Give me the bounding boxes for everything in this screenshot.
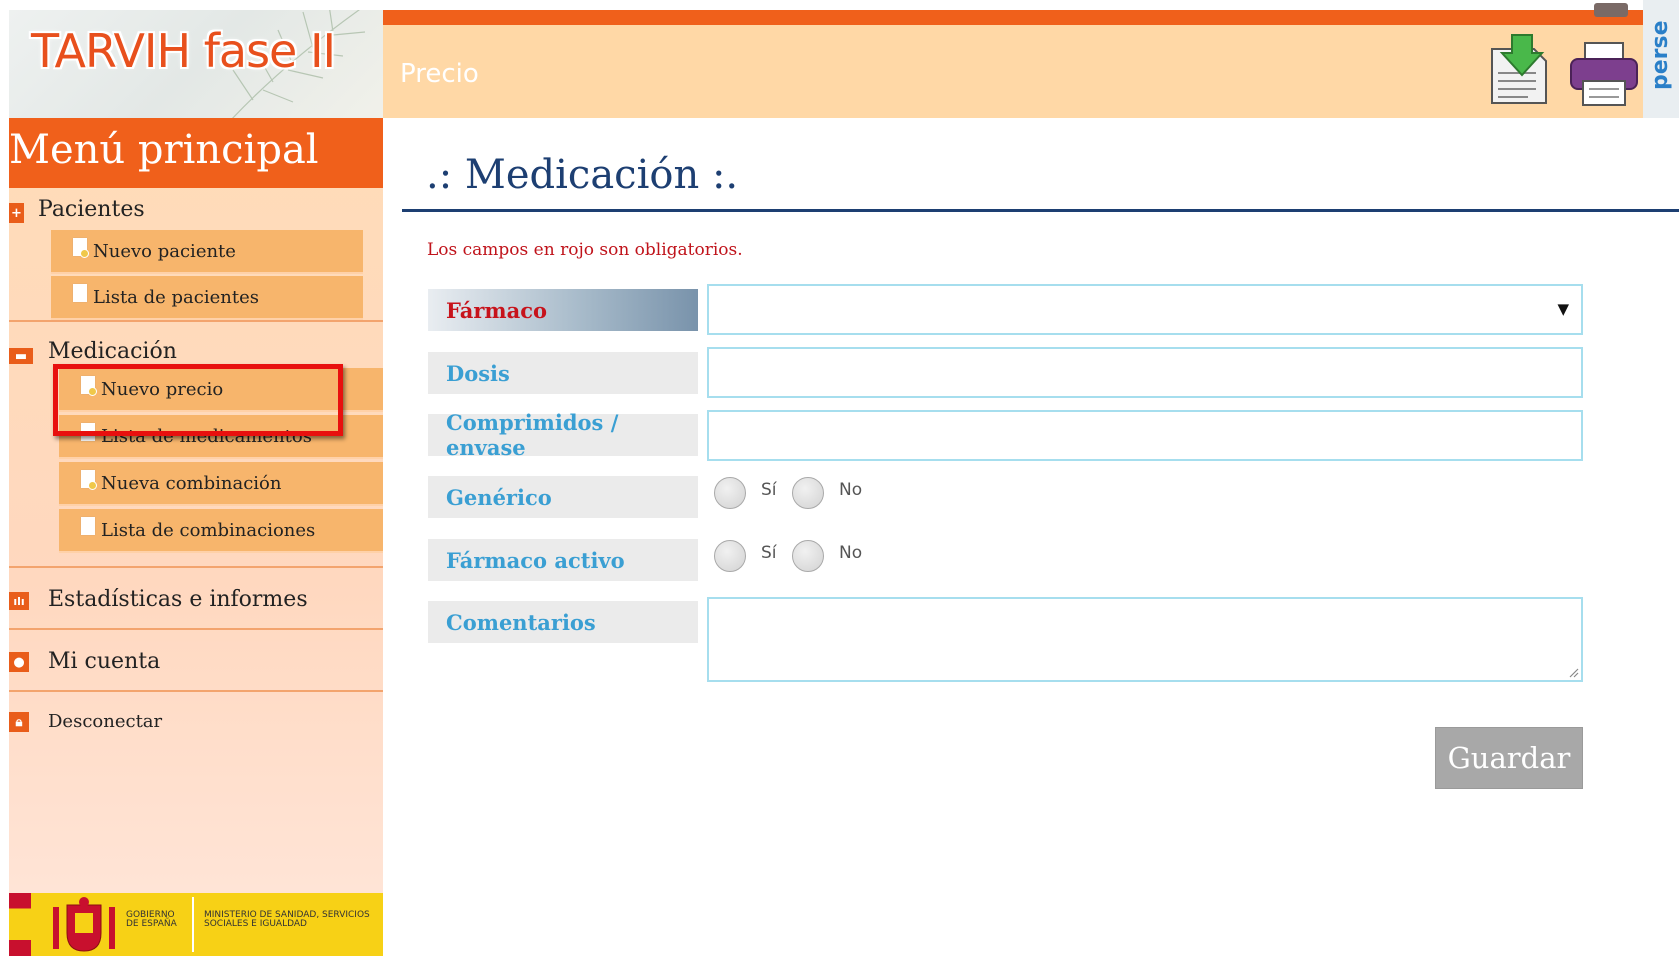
plus-icon: + bbox=[9, 203, 24, 223]
sidebar-item-label: Nuevo precio bbox=[101, 378, 224, 400]
new-document-icon bbox=[81, 470, 97, 490]
document-icon bbox=[73, 284, 87, 302]
sidebar-item-mi-cuenta[interactable]: ● Mi cuenta bbox=[9, 630, 383, 692]
sidebar-item-label: Lista de pacientes bbox=[93, 286, 259, 308]
sidebar: Menú principal + Pacientes Nuevo pacient… bbox=[9, 118, 383, 893]
sidebar-section-desconectar-header: 🔒︎ Desconectar bbox=[9, 692, 383, 750]
download-document-icon[interactable] bbox=[1486, 33, 1554, 107]
new-document-icon bbox=[81, 376, 97, 396]
sidebar-section-label: Mi cuenta bbox=[48, 648, 161, 674]
sidebar-title: Menú principal bbox=[9, 118, 383, 188]
lock-icon: 🔒︎ bbox=[9, 712, 29, 732]
sidebar-section-pacientes-header[interactable]: + Pacientes bbox=[9, 188, 383, 230]
app-logo: TARVIH fase II bbox=[9, 10, 383, 118]
sidebar-item-estadisticas[interactable]: ılı Estadísticas e informes bbox=[9, 568, 383, 630]
spain-flag-icon bbox=[9, 893, 31, 956]
farmaco-select[interactable]: ▼ bbox=[707, 284, 1583, 335]
sidebar-item-label: Lista de combinaciones bbox=[101, 519, 316, 541]
resize-handle-icon[interactable] bbox=[1567, 666, 1579, 678]
brand-side-text: perse bbox=[1648, 20, 1673, 90]
save-button[interactable]: Guardar bbox=[1435, 727, 1583, 789]
sidebar-section-label: Medicación bbox=[48, 338, 177, 364]
sidebar-item-nuevo-precio[interactable]: Nuevo precio bbox=[59, 368, 383, 412]
sidebar-section-label: Estadísticas e informes bbox=[48, 586, 308, 612]
activo-label: Fármaco activo bbox=[428, 539, 698, 581]
generico-no-label: No bbox=[839, 480, 863, 500]
app-logo-text: TARVIH fase II bbox=[31, 24, 336, 78]
sidebar-section-label: Pacientes bbox=[38, 196, 145, 222]
document-icon bbox=[81, 423, 95, 441]
comprimidos-input[interactable] bbox=[707, 410, 1583, 461]
sidebar-section-estadisticas-header: ılı Estadísticas e informes bbox=[9, 568, 383, 630]
page-title: .: Medicación :. bbox=[426, 152, 739, 198]
topbar-accent-line bbox=[383, 10, 1643, 25]
sidebar-item-lista-pacientes[interactable]: Lista de pacientes bbox=[51, 276, 363, 320]
comentarios-label: Comentarios bbox=[428, 601, 698, 643]
sidebar-section-pacientes: + Pacientes Nuevo paciente Lista de paci… bbox=[9, 188, 383, 322]
user-icon: ● bbox=[9, 652, 29, 672]
document-icon bbox=[81, 517, 95, 535]
page-header-title: Precio bbox=[400, 59, 479, 89]
sidebar-item-lista-medicamentos[interactable]: Lista de medicamentos bbox=[59, 415, 383, 459]
sidebar-item-lista-combinaciones[interactable]: Lista de combinaciones bbox=[59, 509, 383, 553]
pill-icon: ▬ bbox=[9, 348, 33, 364]
comprimidos-label: Comprimidos / envase bbox=[428, 410, 698, 460]
generico-si-radio[interactable] bbox=[714, 477, 746, 509]
activo-no-radio[interactable] bbox=[792, 540, 824, 572]
generico-label: Genérico bbox=[428, 476, 698, 518]
government-logo-strip: GOBIERNO DE ESPAÑA MINISTERIO DE SANIDAD… bbox=[9, 893, 383, 956]
new-document-icon bbox=[73, 238, 89, 258]
sidebar-section-mi-cuenta-header: ● Mi cuenta bbox=[9, 630, 383, 692]
generico-si-label: Sí bbox=[761, 480, 777, 500]
bar-chart-icon: ılı bbox=[9, 592, 29, 610]
activo-no-label: No bbox=[839, 543, 863, 563]
farmaco-label: Fármaco bbox=[428, 289, 698, 331]
ministerio-label: MINISTERIO DE SANIDAD, SERVICIOS SOCIALE… bbox=[204, 910, 370, 930]
printer-icon[interactable] bbox=[1569, 41, 1639, 107]
coat-of-arms-icon bbox=[53, 897, 115, 952]
sidebar-item-nuevo-paciente[interactable]: Nuevo paciente bbox=[51, 230, 363, 274]
activo-si-radio[interactable] bbox=[714, 540, 746, 572]
generico-no-radio[interactable] bbox=[792, 477, 824, 509]
sidebar-section-medicacion: ▬ Medicación Nuevo precio Lista de medic… bbox=[9, 322, 383, 568]
title-divider bbox=[402, 209, 1679, 212]
sidebar-item-label: Lista de medicamentos bbox=[101, 425, 312, 447]
comentarios-textarea[interactable] bbox=[707, 597, 1583, 682]
sidebar-item-desconectar[interactable]: 🔒︎ Desconectar bbox=[9, 692, 383, 750]
dosis-input[interactable] bbox=[707, 347, 1583, 398]
page-header: Precio bbox=[383, 25, 1643, 118]
dosis-label: Dosis bbox=[428, 352, 698, 394]
sidebar-section-label: Desconectar bbox=[48, 710, 163, 732]
window-control bbox=[1594, 3, 1628, 17]
divider bbox=[192, 897, 194, 952]
activo-si-label: Sí bbox=[761, 543, 777, 563]
gobierno-label: GOBIERNO DE ESPAÑA bbox=[126, 910, 177, 930]
chevron-down-icon: ▼ bbox=[1557, 300, 1569, 318]
required-fields-note: Los campos en rojo son obligatorios. bbox=[427, 240, 743, 260]
sidebar-item-label: Nuevo paciente bbox=[93, 240, 236, 262]
sidebar-item-nueva-combinacion[interactable]: Nueva combinación bbox=[59, 462, 383, 506]
sidebar-item-label: Nueva combinación bbox=[101, 472, 282, 494]
